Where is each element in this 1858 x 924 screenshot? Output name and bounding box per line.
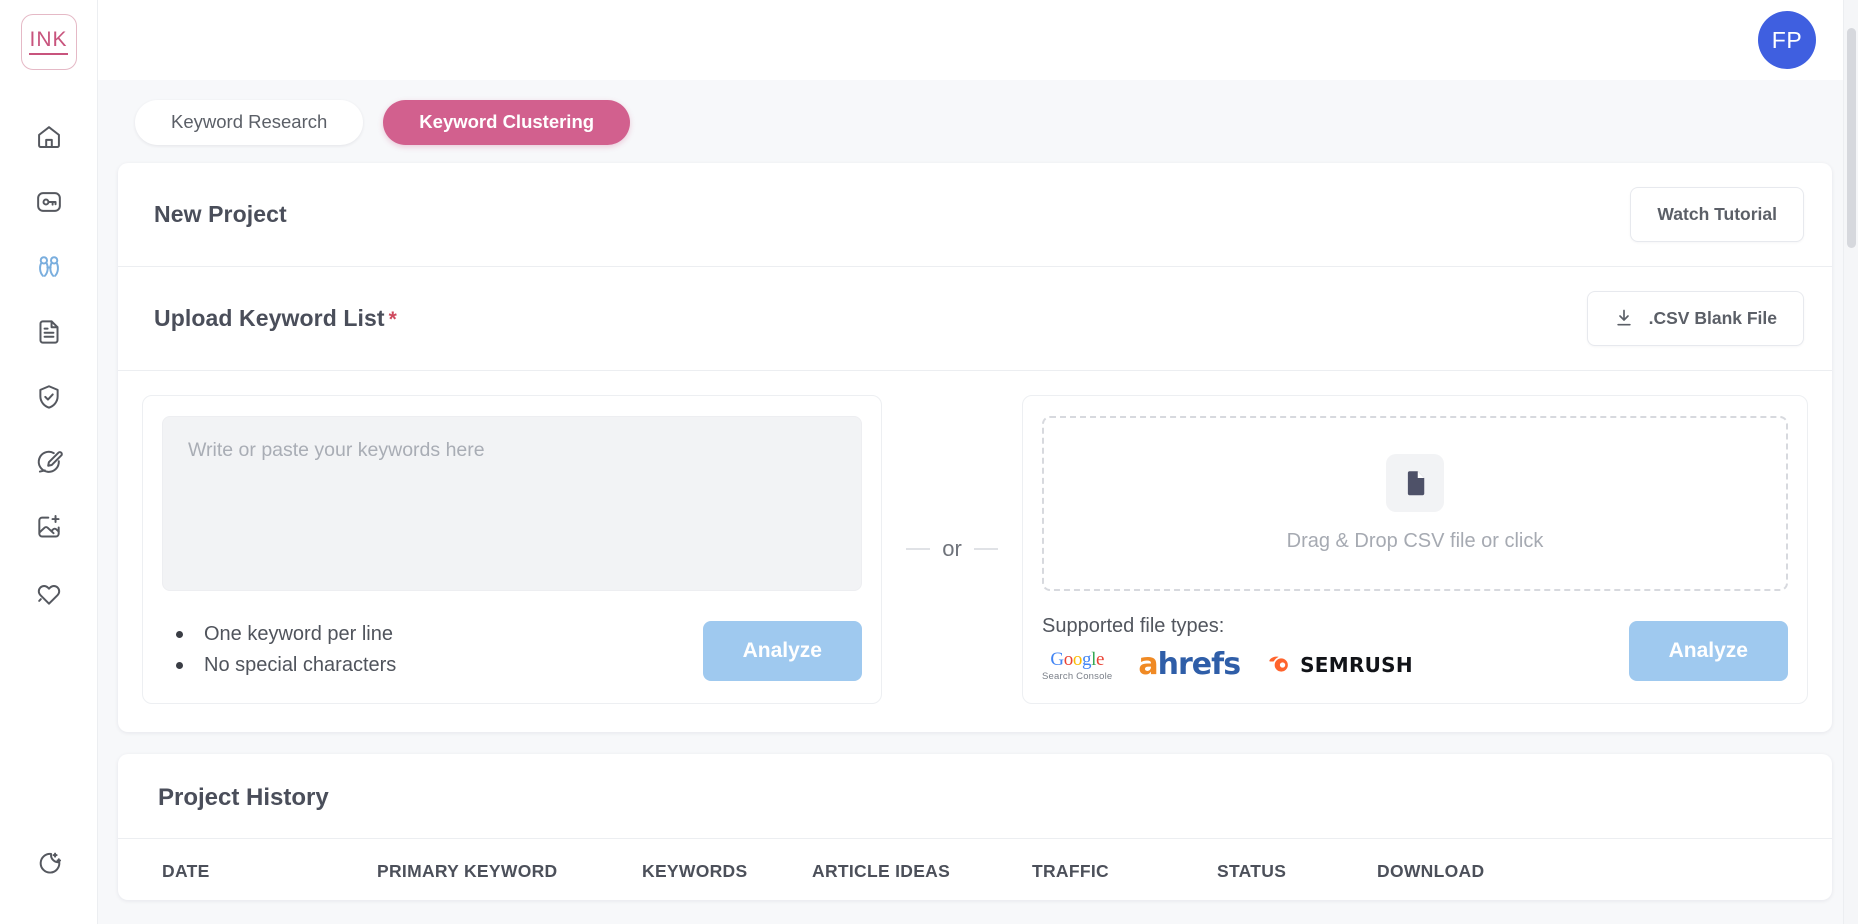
column-header-status: STATUS (1217, 861, 1287, 881)
new-project-card: New Project Watch Tutorial Upload Keywor… (118, 162, 1832, 733)
project-history-card: Project History DATE PRIMARY KEYWORD KEY… (118, 754, 1832, 900)
avatar[interactable]: FP (1758, 11, 1816, 69)
vertical-scrollbar[interactable] (1843, 0, 1858, 924)
topbar: FP (98, 0, 1858, 80)
moon-stars-icon (35, 850, 63, 878)
column-header-download: DOWNLOAD (1377, 861, 1485, 881)
sidebar-item-optimizer[interactable] (26, 374, 72, 420)
sidebar-item-documents[interactable] (26, 309, 72, 355)
supported-logo-list: Google Search Console ahrefs SEMRUSH (1042, 650, 1413, 682)
mode-tabs: Keyword Research Keyword Clustering (118, 80, 1832, 163)
keyword-hints: One keyword per line No special characte… (162, 619, 396, 681)
cluster-icon (35, 253, 63, 281)
keywords-input[interactable] (162, 415, 862, 591)
column-header-primary-keyword: PRIMARY KEYWORD (377, 861, 558, 881)
semrush-mark-icon (1269, 656, 1288, 672)
google-search-console-sub: Search Console (1042, 670, 1113, 682)
analyze-file-button[interactable]: Analyze (1628, 621, 1788, 681)
shield-check-icon (35, 383, 63, 411)
sidebar-item-clustering[interactable] (26, 244, 72, 290)
page-title: New Project (154, 200, 287, 227)
file-icon (1386, 453, 1444, 512)
required-asterisk: * (388, 307, 397, 331)
main-area: FP Keyword Research Keyword Clustering N… (98, 0, 1858, 924)
supported-file-types: Supported file types: Google Search Cons… (1042, 615, 1413, 682)
paste-keywords-pane: One keyword per line No special characte… (142, 394, 882, 704)
download-icon (1614, 308, 1634, 328)
list-item: No special characters (168, 650, 396, 681)
key-box-icon (35, 188, 63, 216)
upload-title: Upload Keyword List * (154, 305, 397, 332)
sidebar-nav (26, 114, 72, 634)
paste-pane-footer: One keyword per line No special characte… (162, 615, 862, 681)
document-icon (35, 318, 63, 346)
ahrefs-logo: ahrefs (1138, 647, 1241, 683)
project-history-title: Project History (158, 784, 329, 811)
sidebar-item-home[interactable] (26, 114, 72, 160)
divider-dash-left (906, 548, 931, 551)
app-logo-text: INK (29, 29, 68, 55)
tab-keyword-clustering[interactable]: Keyword Clustering (383, 100, 631, 145)
tab-keyword-research[interactable]: Keyword Research (135, 100, 364, 145)
scroll-content: Keyword Research Keyword Clustering New … (98, 80, 1858, 924)
divider-dash-right (973, 548, 998, 551)
column-header-keywords: KEYWORDS (642, 861, 748, 881)
or-divider: or (882, 536, 1022, 562)
edit-circle-icon (35, 448, 63, 476)
upload-title-text: Upload Keyword List (154, 304, 385, 331)
project-history-table-header: DATE PRIMARY KEYWORD KEYWORDS ARTICLE ID… (118, 839, 1832, 900)
sidebar-item-dark-mode[interactable] (26, 841, 72, 887)
sidebar-bottom (26, 841, 72, 906)
sidebar-item-keywords[interactable] (26, 179, 72, 225)
heart-icon (35, 578, 63, 606)
app-root: INK FP Keyword Research Keyword Clusteri… (0, 0, 1858, 924)
analyze-text-button[interactable]: Analyze (702, 621, 862, 681)
upload-file-pane: Drag & Drop CSV file or click Supported … (1022, 394, 1808, 704)
csv-blank-file-button[interactable]: .CSV Blank File (1586, 290, 1804, 346)
csv-dropzone[interactable]: Drag & Drop CSV file or click (1042, 415, 1788, 591)
list-item: One keyword per line (168, 619, 396, 650)
dropzone-label: Drag & Drop CSV file or click (1286, 529, 1544, 552)
new-project-header: New Project Watch Tutorial (118, 163, 1832, 267)
scrollbar-thumb[interactable] (1847, 28, 1856, 248)
watch-tutorial-button[interactable]: Watch Tutorial (1630, 186, 1804, 242)
upload-header: Upload Keyword List * .CSV Blank File (118, 267, 1832, 371)
watch-tutorial-label: Watch Tutorial (1657, 203, 1777, 224)
sidebar-item-favorites[interactable] (26, 569, 72, 615)
sidebar-item-editor[interactable] (26, 439, 72, 485)
or-label: or (942, 536, 962, 562)
home-icon (35, 123, 63, 151)
image-plus-icon (35, 513, 63, 541)
upload-pane-footer: Supported file types: Google Search Cons… (1042, 615, 1788, 682)
sidebar-item-images[interactable] (26, 504, 72, 550)
sidebar: INK (0, 0, 98, 924)
column-header-article-ideas: ARTICLE IDEAS (812, 861, 951, 881)
upload-body: One keyword per line No special characte… (118, 371, 1832, 733)
semrush-logo: SEMRUSH (1266, 653, 1413, 677)
google-search-console-logo: Google Search Console (1042, 650, 1112, 682)
column-header-traffic: TRAFFIC (1032, 861, 1109, 881)
csv-blank-file-label: .CSV Blank File (1648, 307, 1777, 328)
column-header-date: DATE (162, 861, 210, 881)
supported-label: Supported file types: (1042, 614, 1225, 637)
semrush-wordmark: SEMRUSH (1300, 653, 1413, 678)
google-wordmark: Google (1050, 648, 1104, 670)
app-logo[interactable]: INK (20, 14, 77, 70)
project-history-header: Project History (118, 754, 1832, 839)
